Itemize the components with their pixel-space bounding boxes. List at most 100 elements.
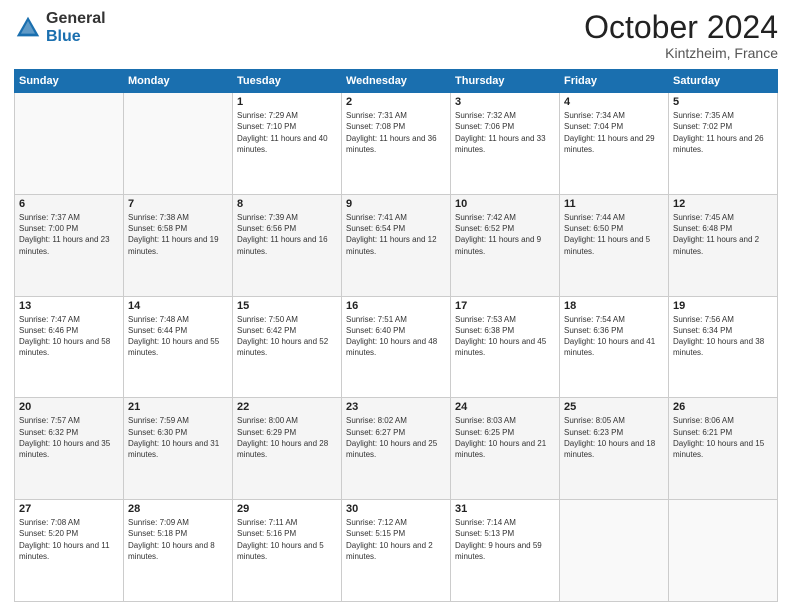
calendar-cell: 2 Sunrise: 7:31 AMSunset: 7:08 PMDaylight… xyxy=(342,93,451,195)
day-number: 4 xyxy=(564,96,664,108)
day-info: Sunrise: 7:50 AMSunset: 6:42 PMDaylight:… xyxy=(237,314,337,359)
location-subtitle: Kintzheim, France xyxy=(584,45,778,61)
page: General Blue October 2024 Kintzheim, Fra… xyxy=(0,0,792,612)
day-number: 16 xyxy=(346,300,446,312)
day-info: Sunrise: 7:57 AMSunset: 6:32 PMDaylight:… xyxy=(19,415,119,460)
calendar-cell: 7 Sunrise: 7:38 AMSunset: 6:58 PMDaylight… xyxy=(124,194,233,296)
calendar-cell: 29 Sunrise: 7:11 AMSunset: 5:16 PMDayligh… xyxy=(233,500,342,602)
month-title: October 2024 xyxy=(584,10,778,45)
day-info: Sunrise: 7:59 AMSunset: 6:30 PMDaylight:… xyxy=(128,415,228,460)
day-info: Sunrise: 7:11 AMSunset: 5:16 PMDaylight:… xyxy=(237,517,337,562)
col-wednesday: Wednesday xyxy=(342,70,451,93)
day-info: Sunrise: 7:51 AMSunset: 6:40 PMDaylight:… xyxy=(346,314,446,359)
calendar-cell: 18Sunrise: 7:54 AMSunset: 6:36 PMDayligh… xyxy=(560,296,669,398)
calendar-cell: 22Sunrise: 8:00 AMSunset: 6:29 PMDayligh… xyxy=(233,398,342,500)
calendar-cell: 13Sunrise: 7:47 AMSunset: 6:46 PMDayligh… xyxy=(15,296,124,398)
day-info: Sunrise: 7:14 AMSunset: 5:13 PMDaylight:… xyxy=(455,517,555,562)
day-number: 30 xyxy=(346,503,446,515)
calendar-cell: 3 Sunrise: 7:32 AMSunset: 7:06 PMDaylight… xyxy=(451,93,560,195)
calendar-week-row: 20 Sunrise: 7:57 AMSunset: 6:32 PMDayligh… xyxy=(15,398,778,500)
day-info: Sunrise: 8:00 AMSunset: 6:29 PMDaylight:… xyxy=(237,415,337,460)
day-number: 14 xyxy=(128,300,228,312)
day-info: Sunrise: 7:35 AMSunset: 7:02 PMDaylight:… xyxy=(673,110,773,155)
day-info: Sunrise: 8:02 AMSunset: 6:27 PMDaylight:… xyxy=(346,415,446,460)
day-number: 23 xyxy=(346,401,446,413)
day-info: Sunrise: 7:39 AMSunset: 6:56 PMDaylight:… xyxy=(237,212,337,257)
day-info: Sunrise: 7:34 AMSunset: 7:04 PMDaylight:… xyxy=(564,110,664,155)
day-info: Sunrise: 8:03 AMSunset: 6:25 PMDaylight:… xyxy=(455,415,555,460)
logo-text: General Blue xyxy=(46,10,106,45)
col-saturday: Saturday xyxy=(669,70,778,93)
day-number: 7 xyxy=(128,198,228,210)
day-number: 25 xyxy=(564,401,664,413)
day-number: 5 xyxy=(673,96,773,108)
day-info: Sunrise: 7:48 AMSunset: 6:44 PMDaylight:… xyxy=(128,314,228,359)
calendar-cell: 10 Sunrise: 7:42 AMSunset: 6:52 PMDayligh… xyxy=(451,194,560,296)
day-info: Sunrise: 8:06 AMSunset: 6:21 PMDaylight:… xyxy=(673,415,773,460)
day-number: 21 xyxy=(128,401,228,413)
day-number: 8 xyxy=(237,198,337,210)
calendar-table: Sunday Monday Tuesday Wednesday Thursday… xyxy=(14,69,778,602)
day-header-row: Sunday Monday Tuesday Wednesday Thursday… xyxy=(15,70,778,93)
day-number: 28 xyxy=(128,503,228,515)
calendar-cell: 31 Sunrise: 7:14 AMSunset: 5:13 PMDayligh… xyxy=(451,500,560,602)
day-info: Sunrise: 7:53 AMSunset: 6:38 PMDaylight:… xyxy=(455,314,555,359)
calendar-cell: 24 Sunrise: 8:03 AMSunset: 6:25 PMDayligh… xyxy=(451,398,560,500)
calendar-cell xyxy=(15,93,124,195)
calendar-cell: 25Sunrise: 8:05 AMSunset: 6:23 PMDayligh… xyxy=(560,398,669,500)
calendar-cell: 12 Sunrise: 7:45 AMSunset: 6:48 PMDayligh… xyxy=(669,194,778,296)
calendar-cell: 26Sunrise: 8:06 AMSunset: 6:21 PMDayligh… xyxy=(669,398,778,500)
day-number: 13 xyxy=(19,300,119,312)
calendar-cell xyxy=(669,500,778,602)
calendar-cell xyxy=(124,93,233,195)
calendar-cell: 9 Sunrise: 7:41 AMSunset: 6:54 PMDaylight… xyxy=(342,194,451,296)
logo-icon xyxy=(14,14,42,42)
calendar-cell: 14 Sunrise: 7:48 AMSunset: 6:44 PMDayligh… xyxy=(124,296,233,398)
day-info: Sunrise: 7:44 AMSunset: 6:50 PMDaylight:… xyxy=(564,212,664,257)
col-tuesday: Tuesday xyxy=(233,70,342,93)
calendar-cell: 5 Sunrise: 7:35 AMSunset: 7:02 PMDaylight… xyxy=(669,93,778,195)
logo-general-text: General xyxy=(46,10,106,28)
logo: General Blue xyxy=(14,10,106,45)
title-block: October 2024 Kintzheim, France xyxy=(584,10,778,61)
calendar-cell: 20 Sunrise: 7:57 AMSunset: 6:32 PMDayligh… xyxy=(15,398,124,500)
day-number: 20 xyxy=(19,401,119,413)
day-number: 15 xyxy=(237,300,337,312)
day-number: 24 xyxy=(455,401,555,413)
day-info: Sunrise: 7:41 AMSunset: 6:54 PMDaylight:… xyxy=(346,212,446,257)
day-info: Sunrise: 7:45 AMSunset: 6:48 PMDaylight:… xyxy=(673,212,773,257)
day-info: Sunrise: 7:32 AMSunset: 7:06 PMDaylight:… xyxy=(455,110,555,155)
day-info: Sunrise: 7:08 AMSunset: 5:20 PMDaylight:… xyxy=(19,517,119,562)
day-number: 31 xyxy=(455,503,555,515)
calendar-cell: 21 Sunrise: 7:59 AMSunset: 6:30 PMDayligh… xyxy=(124,398,233,500)
calendar-cell: 16 Sunrise: 7:51 AMSunset: 6:40 PMDayligh… xyxy=(342,296,451,398)
calendar-cell: 6 Sunrise: 7:37 AMSunset: 7:00 PMDaylight… xyxy=(15,194,124,296)
day-number: 17 xyxy=(455,300,555,312)
day-number: 19 xyxy=(673,300,773,312)
day-number: 10 xyxy=(455,198,555,210)
day-info: Sunrise: 7:42 AMSunset: 6:52 PMDaylight:… xyxy=(455,212,555,257)
day-info: Sunrise: 7:29 AMSunset: 7:10 PMDaylight:… xyxy=(237,110,337,155)
calendar-week-row: 13Sunrise: 7:47 AMSunset: 6:46 PMDayligh… xyxy=(15,296,778,398)
calendar-cell: 30 Sunrise: 7:12 AMSunset: 5:15 PMDayligh… xyxy=(342,500,451,602)
calendar-cell: 1Sunrise: 7:29 AMSunset: 7:10 PMDaylight… xyxy=(233,93,342,195)
calendar-cell: 17 Sunrise: 7:53 AMSunset: 6:38 PMDayligh… xyxy=(451,296,560,398)
header: General Blue October 2024 Kintzheim, Fra… xyxy=(14,10,778,61)
day-number: 6 xyxy=(19,198,119,210)
day-info: Sunrise: 7:38 AMSunset: 6:58 PMDaylight:… xyxy=(128,212,228,257)
day-number: 9 xyxy=(346,198,446,210)
day-info: Sunrise: 7:12 AMSunset: 5:15 PMDaylight:… xyxy=(346,517,446,562)
col-thursday: Thursday xyxy=(451,70,560,93)
day-number: 29 xyxy=(237,503,337,515)
calendar-cell: 19Sunrise: 7:56 AMSunset: 6:34 PMDayligh… xyxy=(669,296,778,398)
day-number: 27 xyxy=(19,503,119,515)
day-info: Sunrise: 7:31 AMSunset: 7:08 PMDaylight:… xyxy=(346,110,446,155)
day-number: 2 xyxy=(346,96,446,108)
day-number: 3 xyxy=(455,96,555,108)
calendar-week-row: 27 Sunrise: 7:08 AMSunset: 5:20 PMDayligh… xyxy=(15,500,778,602)
logo-blue-text: Blue xyxy=(46,28,106,46)
calendar-week-row: 1Sunrise: 7:29 AMSunset: 7:10 PMDaylight… xyxy=(15,93,778,195)
day-number: 12 xyxy=(673,198,773,210)
day-info: Sunrise: 7:09 AMSunset: 5:18 PMDaylight:… xyxy=(128,517,228,562)
day-info: Sunrise: 7:37 AMSunset: 7:00 PMDaylight:… xyxy=(19,212,119,257)
